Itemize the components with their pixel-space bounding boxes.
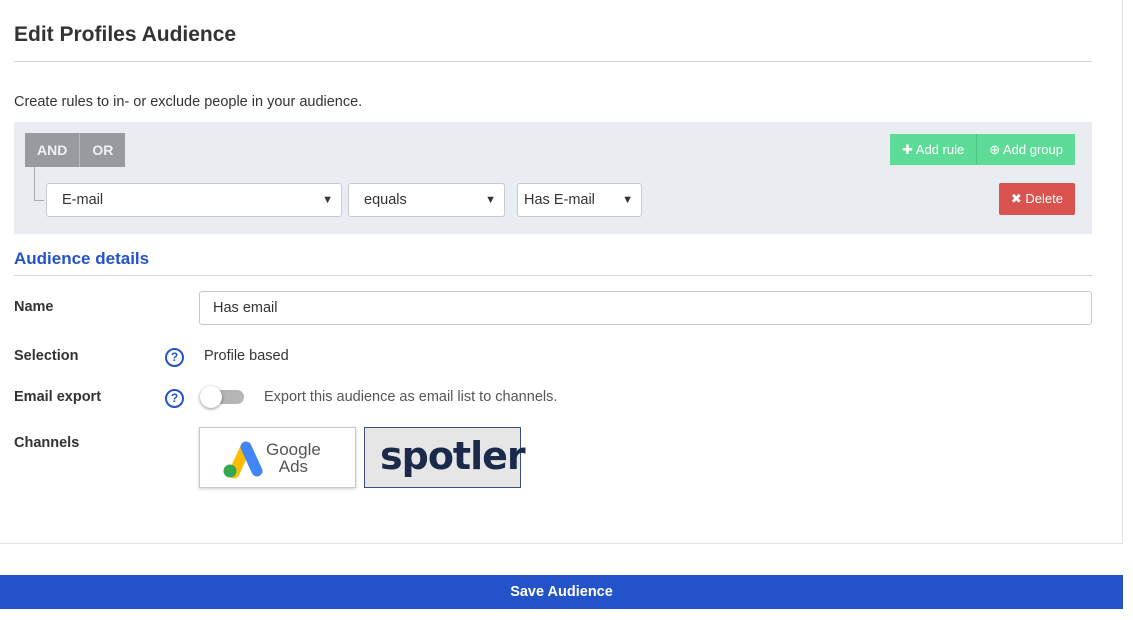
selection-value: Profile based (204, 348, 289, 364)
delete-rule-button[interactable]: ✖ Delete (998, 183, 1075, 215)
audience-details-title: Audience details (14, 249, 150, 268)
title-divider (14, 61, 1092, 62)
rules-builder: AND OR ✚ Add rule ⊕ Add group E-mail ▼ e… (14, 122, 1092, 234)
channel-google-ads[interactable]: Google Ads (199, 427, 356, 488)
plus-icon: ✚ (901, 142, 916, 157)
name-label: Name (14, 299, 54, 315)
help-icon[interactable]: ? (165, 389, 184, 408)
channel-spotler[interactable]: spotler (364, 427, 526, 488)
toggle-knob (200, 386, 222, 408)
spotler-logo-text: spotler (380, 434, 526, 478)
google-ads-text: Google Ads (266, 441, 321, 475)
rule-connector (34, 167, 44, 201)
save-audience-button[interactable]: Save Audience (0, 575, 1123, 609)
details-divider (14, 275, 1092, 276)
add-group-label: Add group (1003, 142, 1063, 157)
google-ads-line1: Google (266, 440, 321, 459)
add-rule-label: Add rule (915, 142, 965, 157)
google-ads-logo-icon (223, 441, 263, 479)
email-export-toggle[interactable] (200, 386, 245, 408)
name-input[interactable]: Has email (199, 291, 1092, 325)
chevron-down-icon: ▼ (622, 194, 633, 206)
plus-circle-icon: ⊕ (989, 142, 1003, 157)
email-export-text: Export this audience as email list to ch… (264, 389, 558, 405)
add-group-button[interactable]: ⊕ Add group (977, 134, 1075, 165)
email-export-label: Email export (14, 389, 102, 405)
or-button[interactable]: OR (80, 133, 126, 167)
page-title: Edit Profiles Audience (14, 23, 237, 46)
rule-operator-select[interactable]: equals ▼ (348, 183, 505, 217)
logic-toggle: AND OR (25, 133, 126, 167)
selection-label: Selection (14, 348, 79, 364)
rule-value-value: Has E-mail (524, 192, 595, 208)
delete-label: Delete (1025, 191, 1063, 206)
add-rule-button[interactable]: ✚ Add rule (889, 134, 978, 165)
and-button[interactable]: AND (25, 133, 81, 167)
intro-text: Create rules to in- or exclude people in… (14, 94, 363, 110)
rule-operator-value: equals (364, 192, 407, 208)
rule-actions: ✚ Add rule ⊕ Add group (889, 134, 1075, 165)
rule-value-select[interactable]: Has E-mail ▼ (517, 183, 642, 217)
close-icon: ✖ (1010, 191, 1026, 206)
channels-label: Channels (14, 435, 80, 451)
rule-field-value: E-mail (62, 192, 104, 208)
rule-field-select[interactable]: E-mail ▼ (46, 183, 342, 217)
edit-audience-card: Edit Profiles Audience Create rules to i… (0, 0, 1123, 544)
help-icon[interactable]: ? (165, 348, 184, 367)
chevron-down-icon: ▼ (322, 194, 333, 206)
chevron-down-icon: ▼ (485, 194, 496, 206)
google-ads-line2: Ads (278, 457, 309, 476)
